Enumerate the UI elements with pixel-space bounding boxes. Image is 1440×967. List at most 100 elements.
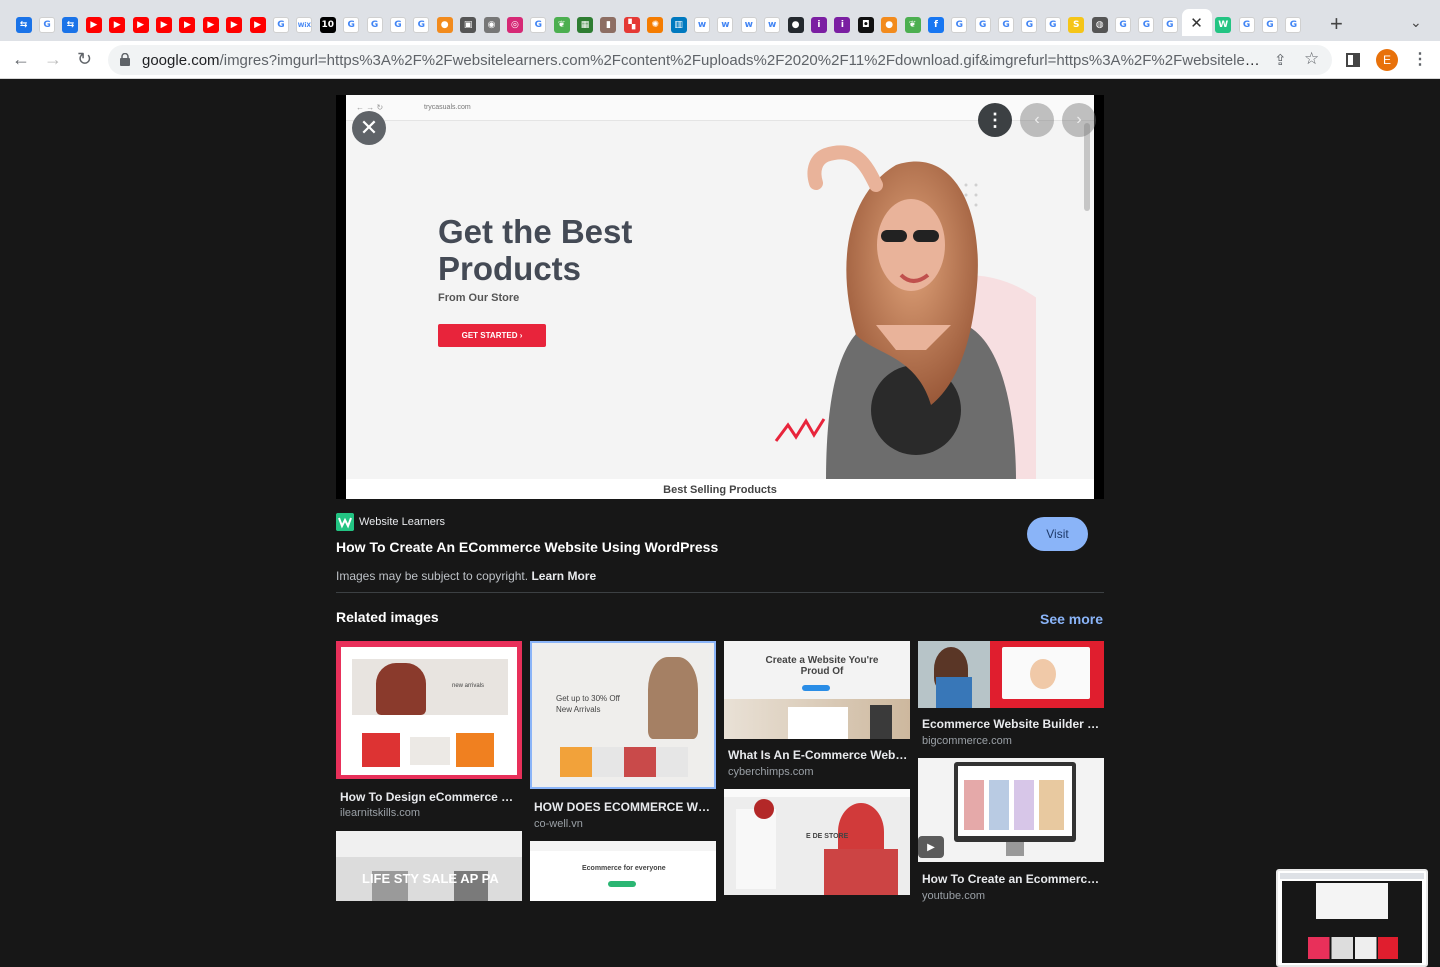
- browser-tab[interactable]: ▶: [129, 14, 152, 36]
- related-caption[interactable]: How To Create an Ecommerce ...: [922, 872, 1102, 886]
- browser-tab[interactable]: G: [269, 14, 292, 36]
- related-caption[interactable]: Ecommerce Website Builder C...: [922, 717, 1102, 731]
- tab-search-chevron-icon[interactable]: ⌄: [1410, 14, 1422, 31]
- related-thumbnail[interactable]: E DE STORE: [724, 789, 910, 895]
- browser-tab[interactable]: G: [1235, 14, 1258, 36]
- browser-tab[interactable]: ⇆: [12, 14, 35, 36]
- close-tab-icon[interactable]: ✕: [1190, 14, 1203, 32]
- see-more-link[interactable]: See more: [1040, 611, 1103, 627]
- previous-image-button[interactable]: ‹: [1020, 103, 1054, 137]
- image-title-link[interactable]: How To Create An ECommerce Website Using…: [336, 539, 718, 555]
- learn-more-link[interactable]: Learn More: [531, 569, 596, 583]
- browser-tab[interactable]: ▣: [456, 14, 479, 36]
- side-panel-icon[interactable]: [1346, 53, 1360, 67]
- browser-tab[interactable]: G: [339, 14, 362, 36]
- more-options-button[interactable]: ⋮: [978, 103, 1012, 137]
- browser-tab[interactable]: W: [1212, 14, 1235, 36]
- browser-tab[interactable]: ▶: [223, 14, 246, 36]
- google-icon: G: [1115, 17, 1132, 33]
- url-text[interactable]: google.com/imgres?imgurl=https%3A%2F%2Fw…: [142, 52, 1262, 69]
- related-thumbnail[interactable]: Create a Website You're Proud Of: [724, 641, 910, 739]
- source-name[interactable]: Website Learners: [359, 516, 445, 528]
- grid-icon: ▚: [623, 17, 640, 33]
- image-viewer-page: ← → ↻ trycasuals.com Get the Best Produc…: [0, 79, 1440, 967]
- browser-tab[interactable]: ▶: [152, 14, 175, 36]
- lock-icon[interactable]: [120, 53, 130, 66]
- related-thumbnail[interactable]: LIFE STY SALE AP PA: [336, 831, 522, 901]
- play-video-icon[interactable]: ▶: [918, 836, 944, 858]
- browser-tab[interactable]: ✺: [644, 14, 667, 36]
- browser-tab[interactable]: w: [761, 14, 784, 36]
- browser-tab[interactable]: ◎: [503, 14, 526, 36]
- browser-tab[interactable]: 10: [316, 14, 339, 36]
- browser-tab[interactable]: G: [1111, 14, 1134, 36]
- browser-tab[interactable]: w: [714, 14, 737, 36]
- browser-tab[interactable]: ▶: [106, 14, 129, 36]
- globe-icon: ◍: [1091, 17, 1108, 33]
- browser-tab[interactable]: ❦: [901, 14, 924, 36]
- browser-tab[interactable]: G: [1282, 14, 1305, 36]
- browser-tab[interactable]: ❦: [550, 14, 573, 36]
- related-thumbnail[interactable]: [918, 641, 1104, 708]
- browser-tab[interactable]: i: [831, 14, 854, 36]
- browser-tab[interactable]: G: [35, 14, 58, 36]
- browser-tab[interactable]: ▶: [82, 14, 105, 36]
- browser-tab[interactable]: G: [1135, 14, 1158, 36]
- address-bar[interactable]: google.com/imgres?imgurl=https%3A%2F%2Fw…: [108, 45, 1332, 75]
- bookmark-star-icon[interactable]: ☆: [1304, 49, 1319, 69]
- browser-tab[interactable]: ◍: [1088, 14, 1111, 36]
- browser-tab[interactable]: ●: [877, 14, 900, 36]
- browser-tab[interactable]: w: [737, 14, 760, 36]
- browser-tab[interactable]: i: [807, 14, 830, 36]
- browser-tab[interactable]: ▶: [199, 14, 222, 36]
- related-thumbnail[interactable]: Ecommerce for everyone: [530, 841, 716, 901]
- browser-tab[interactable]: ▚: [620, 14, 643, 36]
- close-preview-button[interactable]: ✕: [352, 111, 386, 145]
- browser-tab[interactable]: G: [948, 14, 971, 36]
- related-caption[interactable]: What Is An E-Commerce Webs...: [728, 748, 908, 762]
- browser-tab[interactable]: ●: [433, 14, 456, 36]
- image-preview[interactable]: ← → ↻ trycasuals.com Get the Best Produc…: [336, 95, 1104, 499]
- browser-menu-icon[interactable]: ⋮: [1412, 49, 1428, 69]
- browser-tab[interactable]: G: [1158, 14, 1181, 36]
- browser-tab[interactable]: ▶: [176, 14, 199, 36]
- browser-tab[interactable]: S: [1065, 14, 1088, 36]
- picture-in-picture-window[interactable]: [1276, 869, 1428, 967]
- active-tab[interactable]: ✕: [1181, 9, 1212, 36]
- visit-button[interactable]: Visit: [1027, 517, 1088, 551]
- reload-icon[interactable]: ↻: [77, 49, 92, 69]
- back-arrow-icon[interactable]: ←: [12, 49, 30, 69]
- browser-tab[interactable]: G: [1258, 14, 1281, 36]
- google-icon: G: [389, 17, 406, 33]
- browser-tab[interactable]: ⇆: [59, 14, 82, 36]
- forward-arrow-icon[interactable]: →: [44, 49, 62, 69]
- share-icon[interactable]: ⇪: [1274, 51, 1287, 69]
- new-tab-button[interactable]: +: [1330, 13, 1343, 35]
- browser-tab[interactable]: ▦: [573, 14, 596, 36]
- browser-tab[interactable]: G: [1018, 14, 1041, 36]
- browser-tab[interactable]: ●: [784, 14, 807, 36]
- browser-tab[interactable]: ▮: [597, 14, 620, 36]
- browser-tab[interactable]: ◉: [480, 14, 503, 36]
- browser-tab[interactable]: WiX: [293, 14, 316, 36]
- browser-tab[interactable]: G: [527, 14, 550, 36]
- browser-tab[interactable]: G: [386, 14, 409, 36]
- browser-tab[interactable]: G: [971, 14, 994, 36]
- related-caption[interactable]: How To Design eCommerce W...: [340, 790, 520, 804]
- next-image-button[interactable]: ›: [1062, 103, 1096, 137]
- related-thumbnail[interactable]: ▶: [918, 758, 1104, 862]
- browser-tab[interactable]: f: [924, 14, 947, 36]
- related-thumbnail[interactable]: new arrivals: [336, 641, 522, 779]
- share-icon: ⇆: [62, 17, 79, 33]
- profile-avatar[interactable]: E: [1376, 49, 1398, 71]
- browser-tab[interactable]: ▥: [667, 14, 690, 36]
- browser-tab[interactable]: ▶: [246, 14, 269, 36]
- browser-tab[interactable]: w: [690, 14, 713, 36]
- browser-tab[interactable]: G: [410, 14, 433, 36]
- browser-tab[interactable]: G: [363, 14, 386, 36]
- browser-tab[interactable]: G: [1041, 14, 1064, 36]
- related-thumbnail[interactable]: Get up to 30% Off New Arrivals: [530, 641, 716, 789]
- browser-tab[interactable]: ◘: [854, 14, 877, 36]
- related-caption[interactable]: HOW DOES ECOMMERCE WEB...: [534, 800, 714, 814]
- browser-tab[interactable]: G: [994, 14, 1017, 36]
